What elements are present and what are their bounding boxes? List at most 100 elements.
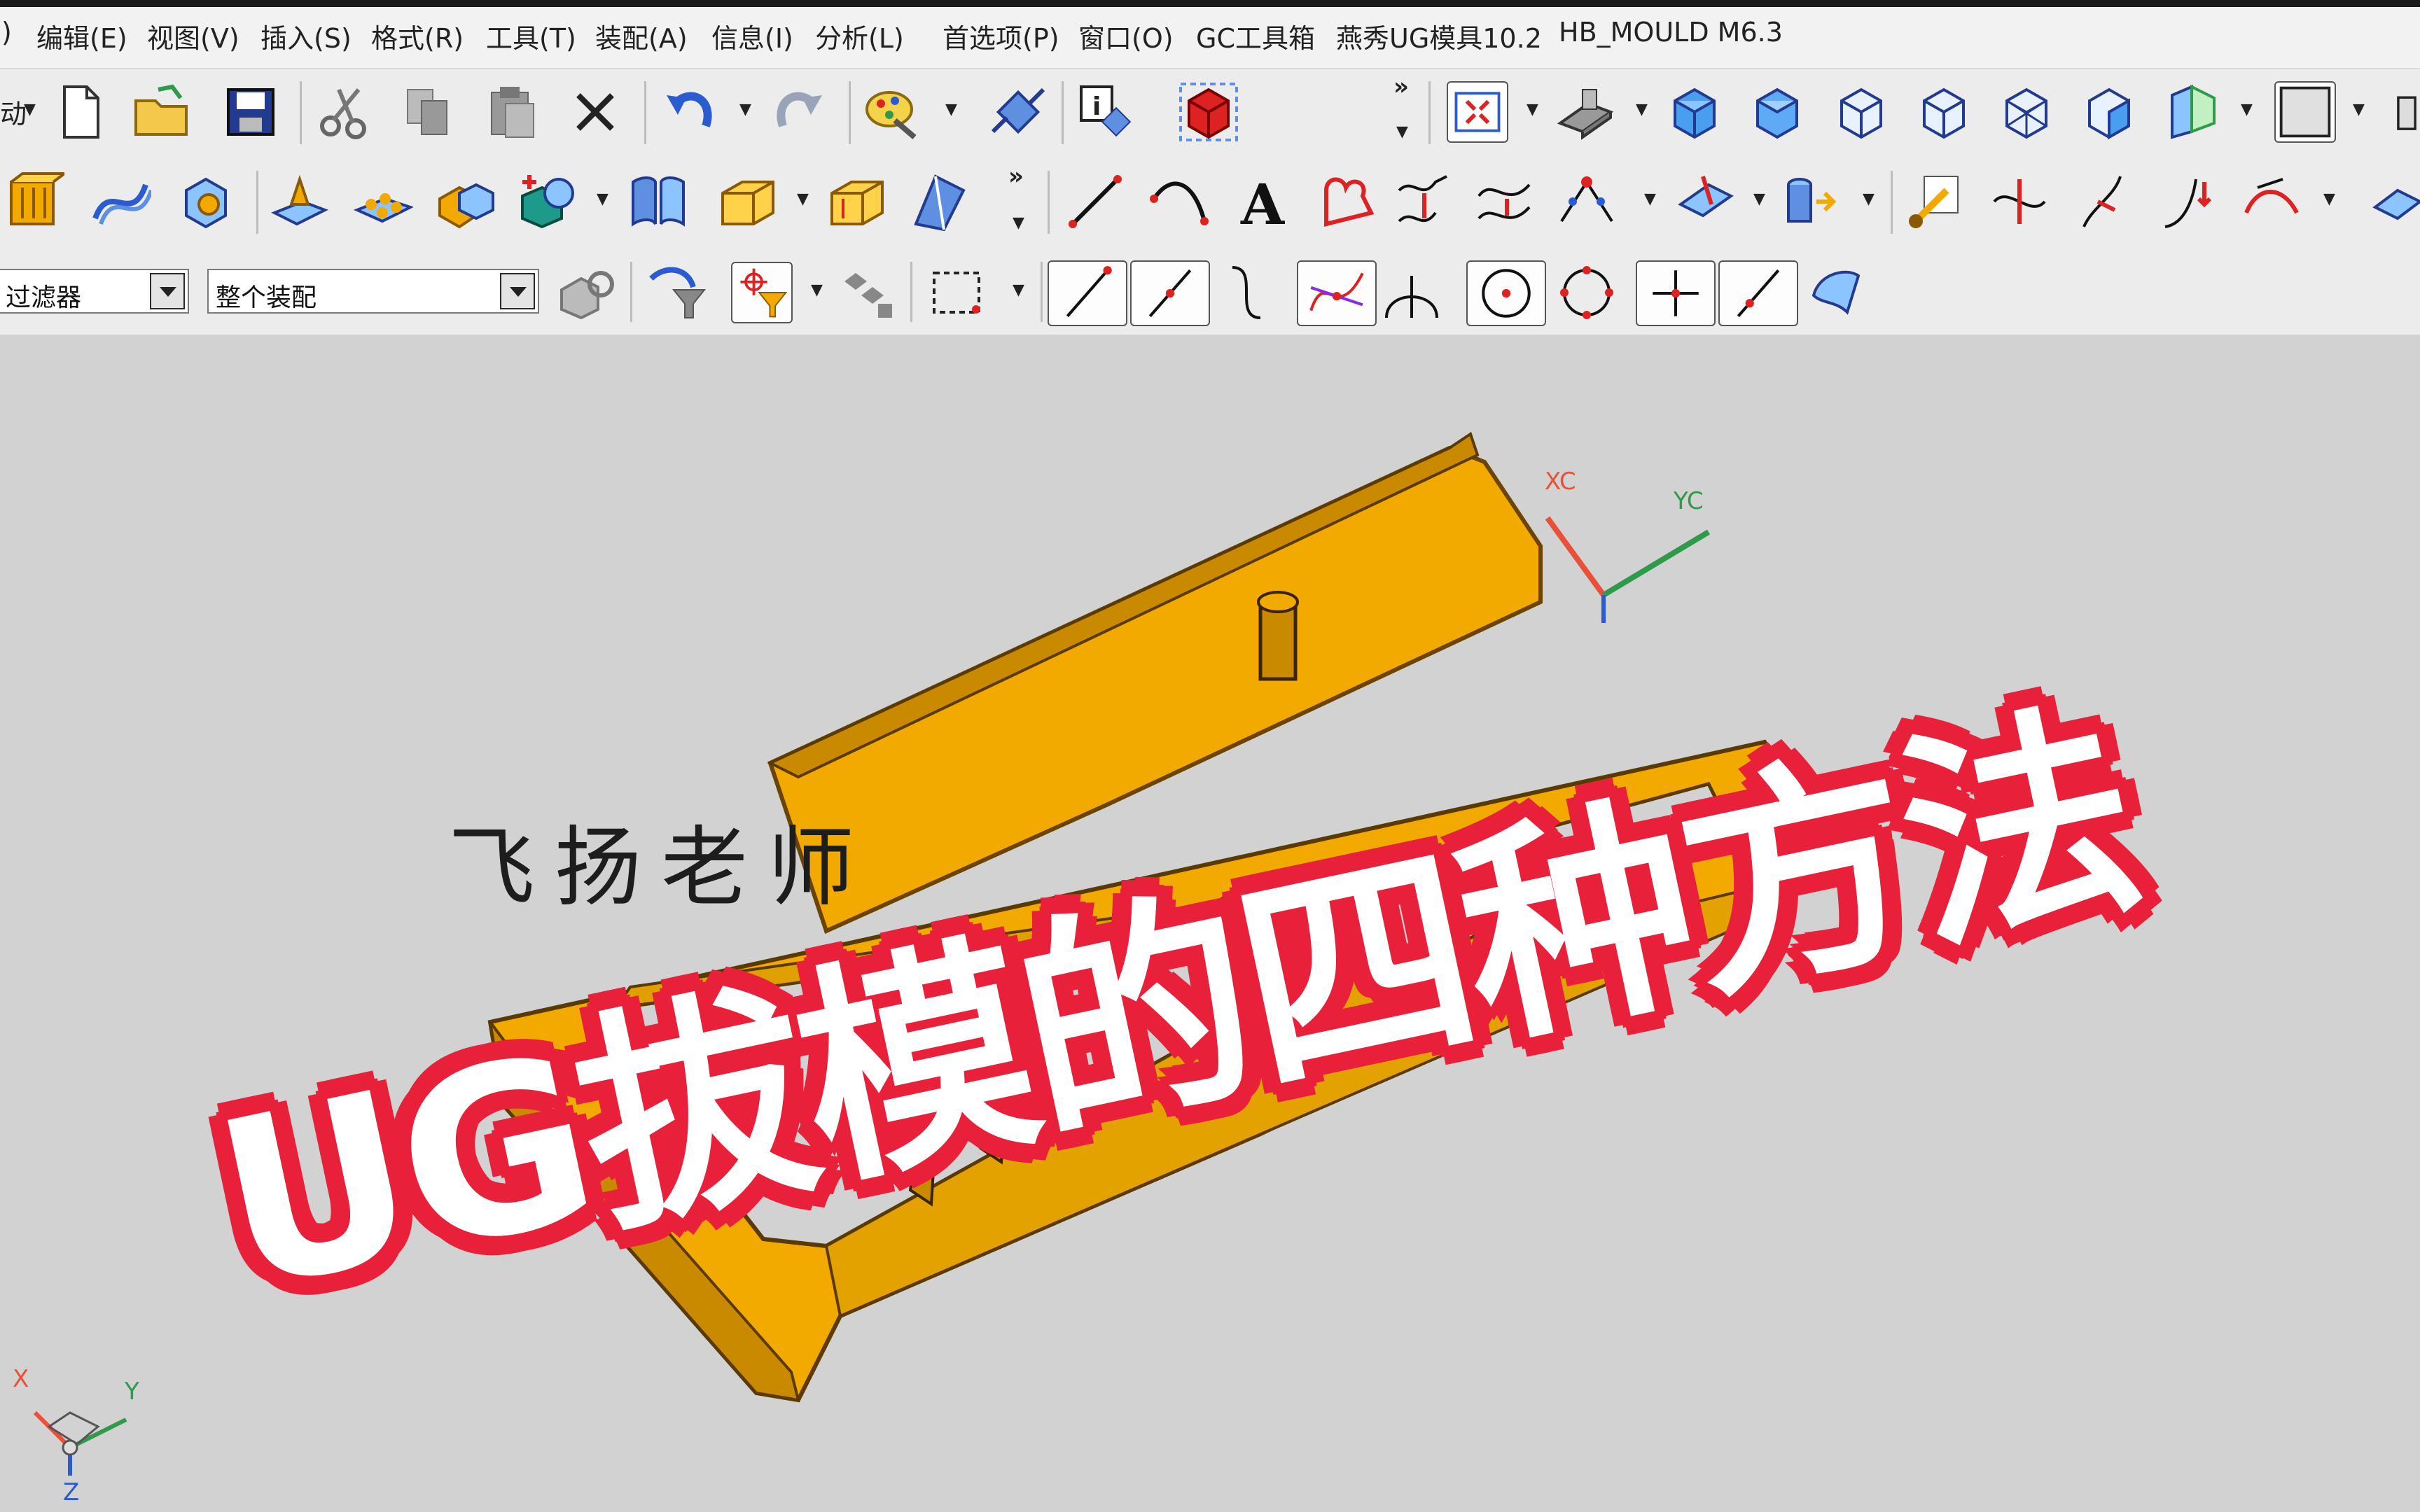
orient-dropdown-icon[interactable]: ▼ [2241, 101, 2253, 118]
menu-window[interactable]: 窗口(O) [1078, 17, 1174, 55]
snap-center-icon[interactable] [1466, 260, 1546, 326]
selection-scope-select[interactable]: 整个装配 [207, 269, 539, 314]
select-dropdown-icon[interactable]: ▼ [1013, 281, 1024, 299]
view-dropdown-icon[interactable]: ▼ [1527, 101, 1538, 118]
curve-dropdown-icon[interactable]: ▼ [1644, 190, 1656, 208]
edit-display-icon[interactable] [861, 81, 923, 143]
start-button-fragment[interactable]: 动 [0, 92, 27, 131]
pattern-icon[interactable] [352, 171, 413, 232]
chevron-down-icon[interactable] [150, 273, 185, 309]
sweep-icon[interactable] [90, 171, 151, 232]
face-dropdown-icon[interactable]: ▼ [1863, 190, 1875, 208]
snap-point-on-surface-icon[interactable] [1805, 262, 1867, 323]
paste-icon[interactable] [480, 81, 542, 143]
arc-icon[interactable] [1148, 171, 1210, 232]
menu-fragment[interactable]: ) [1, 17, 12, 48]
save-icon[interactable] [220, 81, 281, 143]
surface-tool-icon[interactable] [2370, 171, 2420, 232]
menu-assemblies[interactable]: 装配(A) [595, 17, 688, 55]
toolbar-options-icon[interactable]: ▼ [1013, 214, 1024, 232]
snap-intersection-icon[interactable] [1297, 260, 1377, 326]
line-icon[interactable] [1064, 171, 1126, 232]
delete-icon[interactable] [564, 81, 626, 143]
view-top-icon[interactable] [1830, 81, 1892, 143]
shell-icon[interactable] [717, 171, 779, 232]
object-info-icon[interactable]: i [1076, 81, 1137, 143]
curve-icon[interactable] [1315, 171, 1377, 232]
new-file-icon[interactable] [50, 81, 112, 143]
view-section-icon[interactable] [2161, 81, 2223, 143]
text-icon[interactable]: A [1232, 171, 1294, 232]
toolbar-overflow-icon[interactable]: » [1008, 162, 1024, 190]
extrude-icon[interactable] [3, 171, 64, 232]
unite-icon[interactable] [434, 171, 496, 232]
block-icon[interactable] [175, 171, 237, 232]
snap-existing-point-icon[interactable] [1636, 260, 1716, 326]
menu-hb-mould[interactable]: HB_MOULD M6.3 [1559, 17, 1783, 48]
background-dropdown-icon[interactable]: ▼ [2353, 101, 2365, 118]
transform-icon[interactable] [987, 81, 1049, 143]
shell-dropdown-icon[interactable]: ▼ [797, 190, 809, 208]
trim-curve-icon[interactable] [1556, 171, 1618, 232]
smooth-spline-icon[interactable] [2241, 171, 2302, 232]
view-front-icon[interactable] [1913, 81, 1975, 143]
cylinder-face-icon[interactable] [1780, 171, 1842, 232]
menu-view[interactable]: 视图(V) [147, 17, 239, 55]
graphics-window[interactable]: 飞扬老师 UG拔模的四种方法 XC YC X Y Z [0, 335, 2420, 1512]
edit-curve-dropdown-icon[interactable]: ▼ [2323, 190, 2335, 208]
copy-icon[interactable] [396, 81, 458, 143]
solid-cube-icon[interactable] [1178, 81, 1239, 143]
view-trimetric-icon[interactable] [1746, 81, 1808, 143]
combine-dropdown-icon[interactable]: ▼ [597, 190, 609, 208]
filter-reset-icon[interactable] [646, 262, 707, 323]
fit-view-icon[interactable] [1447, 81, 1508, 143]
toolbar-overflow-icon[interactable]: » [1393, 73, 1409, 101]
redo-icon[interactable] [769, 81, 830, 143]
menu-tools[interactable]: 工具(T) [486, 17, 576, 55]
snap-quadrant-icon[interactable] [1556, 262, 1618, 323]
offset-face-icon[interactable] [826, 171, 888, 232]
snap-endpoint-icon[interactable] [1048, 260, 1127, 326]
snap-arc-center-icon[interactable] [1381, 262, 1442, 323]
edit-parameters-icon[interactable] [2157, 171, 2218, 232]
edit-curve-icon[interactable] [1905, 171, 1966, 232]
menu-analysis[interactable]: 分析(L) [815, 17, 904, 55]
snap-midpoint-icon[interactable] [1130, 260, 1210, 326]
background-icon[interactable] [2274, 81, 2336, 143]
shaded-style-icon[interactable] [1555, 81, 1616, 143]
open-file-icon[interactable] [130, 81, 192, 143]
cut-icon[interactable] [314, 81, 375, 143]
select-feature-icon[interactable] [839, 262, 900, 323]
display-dropdown-icon[interactable]: ▼ [945, 101, 957, 118]
trim-icon[interactable] [1989, 171, 2050, 232]
chevron-down-icon[interactable] [500, 273, 535, 309]
view-right-icon[interactable] [1996, 81, 2057, 143]
menu-format[interactable]: 格式(R) [371, 17, 464, 55]
style-dropdown-icon[interactable]: ▼ [1636, 101, 1648, 118]
project-curve-icon[interactable] [1393, 171, 1455, 232]
toolbar-options-icon[interactable]: ▼ [1396, 123, 1408, 141]
menu-insert[interactable]: 插入(S) [260, 17, 352, 55]
snap-point-on-curve-icon[interactable] [1718, 260, 1798, 326]
start-dropdown-icon[interactable]: ▼ [24, 101, 36, 118]
type-filter-select[interactable]: 过滤器 [0, 269, 189, 314]
undo-icon[interactable] [658, 81, 720, 143]
menu-edit[interactable]: 编辑(E) [36, 17, 127, 55]
menu-gc-toolkit[interactable]: GC工具箱 [1196, 17, 1315, 55]
snap-dropdown-icon[interactable]: ▼ [811, 281, 823, 299]
view-back-icon[interactable] [2078, 81, 2140, 143]
menu-information[interactable]: 信息(I) [711, 17, 793, 55]
pad-icon[interactable] [269, 171, 331, 232]
rectangle-select-icon[interactable] [926, 262, 987, 323]
draft-icon[interactable] [908, 171, 969, 232]
snap-control-point-icon[interactable] [1218, 262, 1280, 323]
view-iso-icon[interactable] [1664, 81, 1725, 143]
extra-tool-icon[interactable] [2393, 81, 2420, 143]
offset-curve-icon[interactable] [1473, 171, 1535, 232]
snap-filter-icon[interactable] [731, 262, 793, 323]
extract-geometry-icon[interactable] [1675, 171, 1737, 232]
extract-dropdown-icon[interactable]: ▼ [1753, 190, 1765, 208]
subtract-icon[interactable] [517, 171, 578, 232]
undo-dropdown-icon[interactable]: ▼ [739, 101, 751, 118]
mirror-icon[interactable] [627, 171, 689, 232]
